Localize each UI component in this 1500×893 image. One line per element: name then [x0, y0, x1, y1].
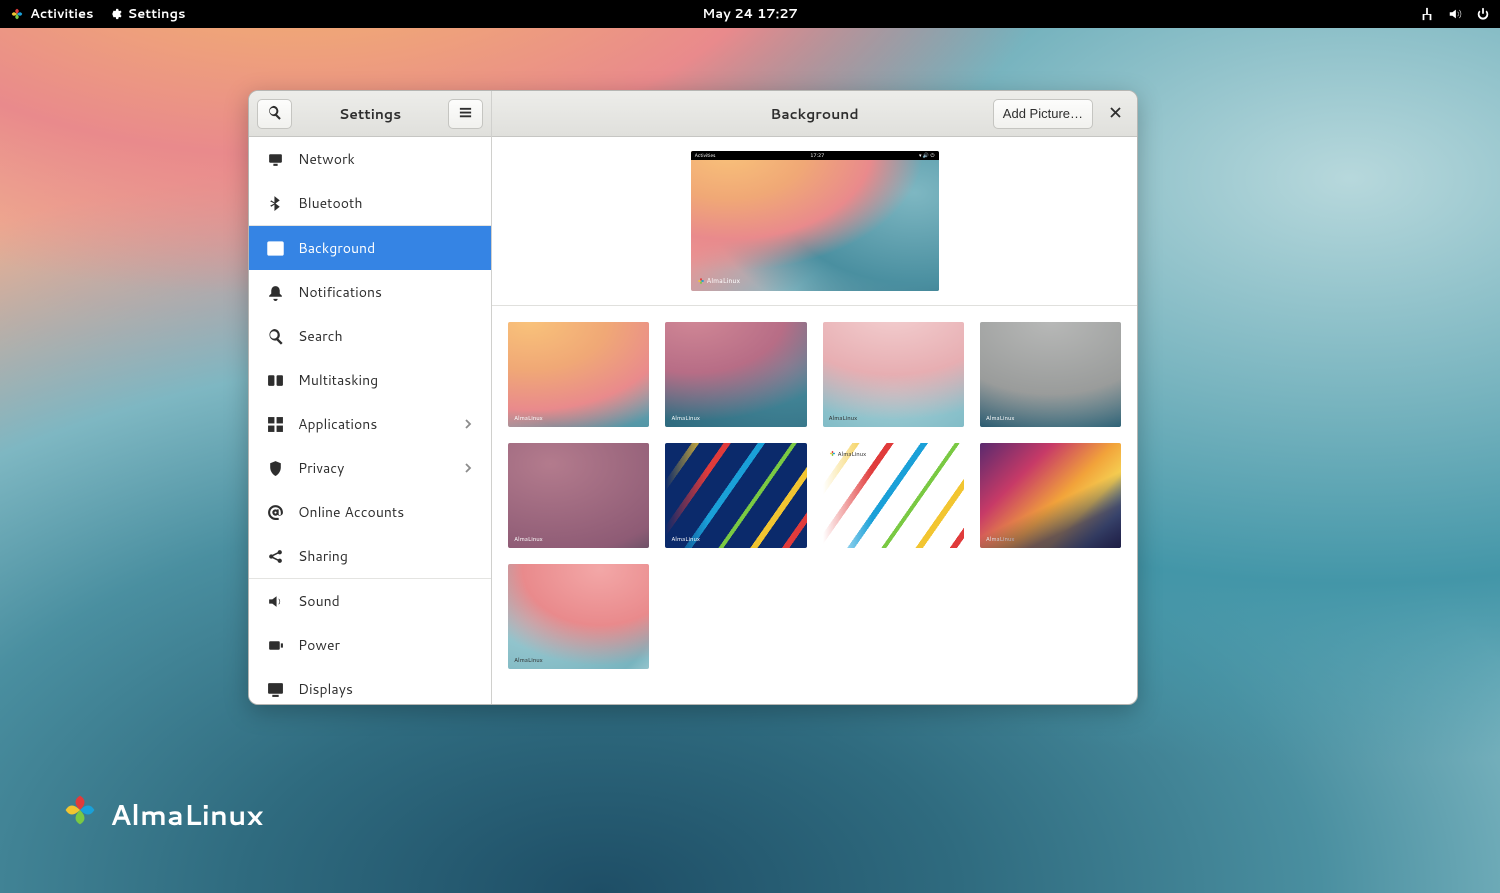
- share-icon: [267, 548, 284, 565]
- preview-status-icons: ▾ 🔊 ⏻: [919, 152, 934, 159]
- sidebar-item-power[interactable]: Power: [249, 623, 491, 667]
- thumb-brand-label: AlmaLinux: [671, 413, 700, 422]
- display-icon: [267, 681, 284, 698]
- sidebar-item-multitasking[interactable]: Multitasking: [249, 358, 491, 402]
- sidebar-item-label: Background: [298, 238, 375, 258]
- search-icon: [267, 105, 282, 123]
- thumb-brand-label: AlmaLinux: [986, 413, 1015, 422]
- chevron-right-icon: [463, 414, 473, 434]
- clock-button[interactable]: May 24 17:27: [702, 5, 798, 23]
- network-icon: [267, 151, 284, 168]
- desktop-branding: AlmaLinux: [62, 792, 263, 838]
- thumb-brand-label: AlmaLinux: [829, 449, 867, 458]
- sidebar-item-label: Search: [298, 326, 343, 346]
- thumb-brand-label: AlmaLinux: [514, 655, 543, 664]
- sidebar-item-label: Multitasking: [298, 370, 378, 390]
- preview-brand-label: AlmaLinux: [697, 276, 741, 286]
- sidebar-item-applications[interactable]: Applications: [249, 402, 491, 446]
- background-icon: [267, 240, 284, 257]
- settings-content: Background Add Picture… Activities 17:27: [492, 91, 1137, 704]
- wallpaper-grid: AlmaLinux AlmaLinux AlmaLinux AlmaLinux …: [492, 306, 1137, 704]
- activities-label: Activities: [30, 5, 94, 23]
- wallpaper-thumb[interactable]: AlmaLinux: [508, 443, 649, 548]
- search-icon: [267, 328, 284, 345]
- sidebar-headerbar: Settings: [249, 91, 491, 137]
- wallpaper-thumb[interactable]: AlmaLinux: [980, 443, 1121, 548]
- preview-clock: 17:27: [810, 152, 824, 159]
- power-icon[interactable]: [1476, 7, 1490, 21]
- sidebar-item-sound[interactable]: Sound: [249, 579, 491, 623]
- wallpaper-thumb[interactable]: AlmaLinux: [508, 564, 649, 669]
- sidebar-item-bluetooth[interactable]: Bluetooth: [249, 181, 491, 225]
- privacy-icon: [267, 460, 284, 477]
- sidebar-item-label: Displays: [298, 679, 353, 699]
- app-menu-label: Settings: [128, 5, 186, 23]
- add-picture-button[interactable]: Add Picture…: [993, 99, 1093, 129]
- wallpaper-thumb[interactable]: AlmaLinux: [508, 322, 649, 427]
- top-panel: Activities Settings May 24 17:27: [0, 0, 1500, 28]
- almalinux-logo-icon: [62, 792, 98, 838]
- wallpaper-thumb[interactable]: AlmaLinux: [665, 322, 806, 427]
- power-settings-icon: [267, 637, 284, 654]
- sidebar-item-label: Network: [298, 149, 355, 169]
- monitor-preview[interactable]: Activities 17:27 ▾ 🔊 ⏻ AlmaLinux: [691, 151, 939, 291]
- sidebar-item-label: Privacy: [298, 458, 344, 478]
- current-background-preview: Activities 17:27 ▾ 🔊 ⏻ AlmaLinux: [492, 137, 1137, 306]
- sidebar-item-label: Sharing: [298, 546, 348, 566]
- sidebar-item-displays[interactable]: Displays: [249, 667, 491, 704]
- apps-icon: [267, 416, 284, 433]
- preview-activities: Activities: [695, 152, 716, 159]
- sidebar-item-label: Power: [298, 635, 340, 655]
- hamburger-icon: [458, 105, 473, 123]
- bluetooth-icon: [267, 195, 284, 212]
- sidebar-item-label: Bluetooth: [298, 193, 362, 213]
- thumb-brand-label: AlmaLinux: [671, 534, 700, 543]
- thumb-brand-label: AlmaLinux: [829, 413, 858, 422]
- clock-label: May 24 17:27: [702, 5, 798, 23]
- settings-nav-list: Network Bluetooth Background Notificatio…: [249, 137, 491, 704]
- search-button[interactable]: [257, 99, 292, 129]
- settings-window: Settings Network Bluetooth Background: [248, 90, 1138, 705]
- sidebar-item-notifications[interactable]: Notifications: [249, 270, 491, 314]
- content-title: Background: [770, 104, 858, 124]
- sidebar-item-label: Applications: [298, 414, 377, 434]
- close-button[interactable]: [1101, 100, 1129, 128]
- wallpaper-thumb[interactable]: AlmaLinux: [980, 322, 1121, 427]
- settings-sidebar: Settings Network Bluetooth Background: [249, 91, 492, 704]
- hamburger-menu-button[interactable]: [448, 99, 483, 129]
- multitasking-icon: [267, 372, 284, 389]
- volume-icon[interactable]: [1448, 7, 1462, 21]
- wallpaper-thumb[interactable]: AlmaLinux: [823, 322, 964, 427]
- network-wired-icon[interactable]: [1420, 7, 1434, 21]
- sidebar-item-label: Notifications: [298, 282, 382, 302]
- bell-icon: [267, 284, 284, 301]
- sidebar-title: Settings: [339, 104, 401, 124]
- sound-icon: [267, 593, 284, 610]
- almalinux-logo-icon: [10, 7, 24, 21]
- wallpaper-thumb[interactable]: AlmaLinux: [665, 443, 806, 548]
- sidebar-item-background[interactable]: Background: [249, 226, 491, 270]
- sidebar-item-label: Sound: [298, 591, 340, 611]
- thumb-brand-label: AlmaLinux: [514, 534, 543, 543]
- sidebar-item-search[interactable]: Search: [249, 314, 491, 358]
- sidebar-item-sharing[interactable]: Sharing: [249, 534, 491, 578]
- thumb-brand-label: AlmaLinux: [514, 413, 543, 422]
- gear-icon: [108, 7, 122, 21]
- at-icon: [267, 504, 284, 521]
- add-picture-label: Add Picture…: [1003, 106, 1083, 121]
- content-headerbar: Background Add Picture…: [492, 91, 1137, 137]
- sidebar-item-online-accounts[interactable]: Online Accounts: [249, 490, 491, 534]
- sidebar-item-label: Online Accounts: [298, 502, 404, 522]
- app-menu-button[interactable]: Settings: [108, 5, 186, 23]
- branding-label: AlmaLinux: [110, 795, 263, 835]
- sidebar-item-network[interactable]: Network: [249, 137, 491, 181]
- sidebar-item-privacy[interactable]: Privacy: [249, 446, 491, 490]
- thumb-brand-label: AlmaLinux: [986, 534, 1015, 543]
- close-icon: [1109, 102, 1122, 125]
- chevron-right-icon: [463, 458, 473, 478]
- wallpaper-thumb[interactable]: AlmaLinux: [823, 443, 964, 548]
- activities-button[interactable]: Activities: [10, 5, 94, 23]
